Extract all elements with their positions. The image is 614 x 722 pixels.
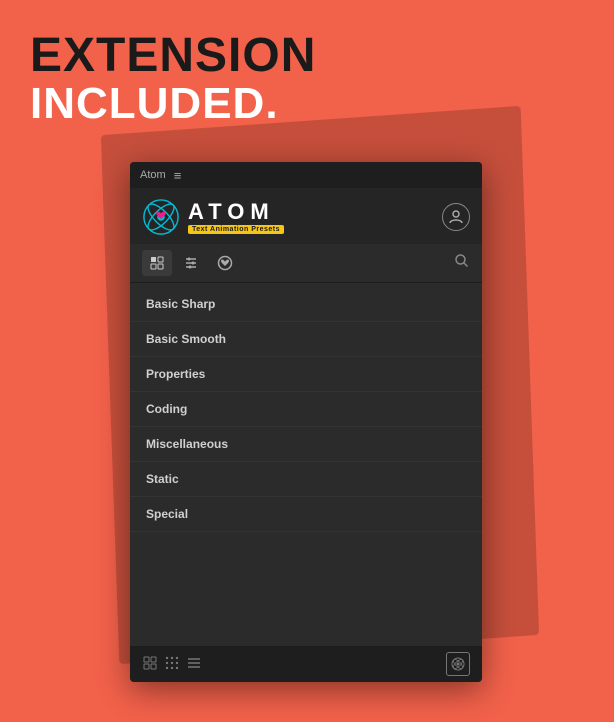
title-bar: Atom ≡: [130, 162, 482, 188]
logo-area: ATOM Text Animation Presets: [142, 198, 284, 236]
app-title: Atom: [140, 169, 166, 181]
list-item[interactable]: Miscellaneous: [130, 427, 482, 462]
favorites-button[interactable]: [210, 250, 240, 276]
grid-small-button[interactable]: [142, 655, 158, 674]
grid-dots-button[interactable]: [164, 655, 180, 674]
list-item[interactable]: Static: [130, 462, 482, 497]
toolbar-left: [142, 250, 240, 276]
logo-text-area: ATOM Text Animation Presets: [188, 201, 284, 234]
menu-icon[interactable]: ≡: [174, 168, 182, 183]
list-item[interactable]: Special: [130, 497, 482, 532]
list-item[interactable]: Properties: [130, 357, 482, 392]
list-item[interactable]: Basic Sharp: [130, 287, 482, 322]
bottom-view-icons: [142, 655, 202, 674]
sliders-button[interactable]: [176, 250, 206, 276]
list-button[interactable]: [186, 655, 202, 674]
toolbar: [130, 244, 482, 283]
presets-button[interactable]: [142, 250, 172, 276]
headline-line2: INCLUDED.: [30, 80, 316, 128]
app-window: Atom ≡ ATOM Text Animation Presets: [130, 162, 482, 682]
list-item[interactable]: Basic Smooth: [130, 322, 482, 357]
bottom-bar: [130, 646, 482, 682]
list-item[interactable]: Coding: [130, 392, 482, 427]
atom-logo-icon: [142, 198, 180, 236]
logo-subtitle: Text Animation Presets: [188, 225, 284, 234]
atom-small-button[interactable]: [446, 652, 470, 676]
headline: EXTENSION INCLUDED.: [30, 32, 316, 128]
logo-name: ATOM: [188, 201, 284, 223]
header: ATOM Text Animation Presets: [130, 188, 482, 244]
headline-line1: EXTENSION: [30, 32, 316, 80]
list-area: Basic Sharp Basic Smooth Properties Codi…: [130, 283, 482, 646]
profile-icon[interactable]: [442, 203, 470, 231]
search-button[interactable]: [454, 253, 470, 274]
